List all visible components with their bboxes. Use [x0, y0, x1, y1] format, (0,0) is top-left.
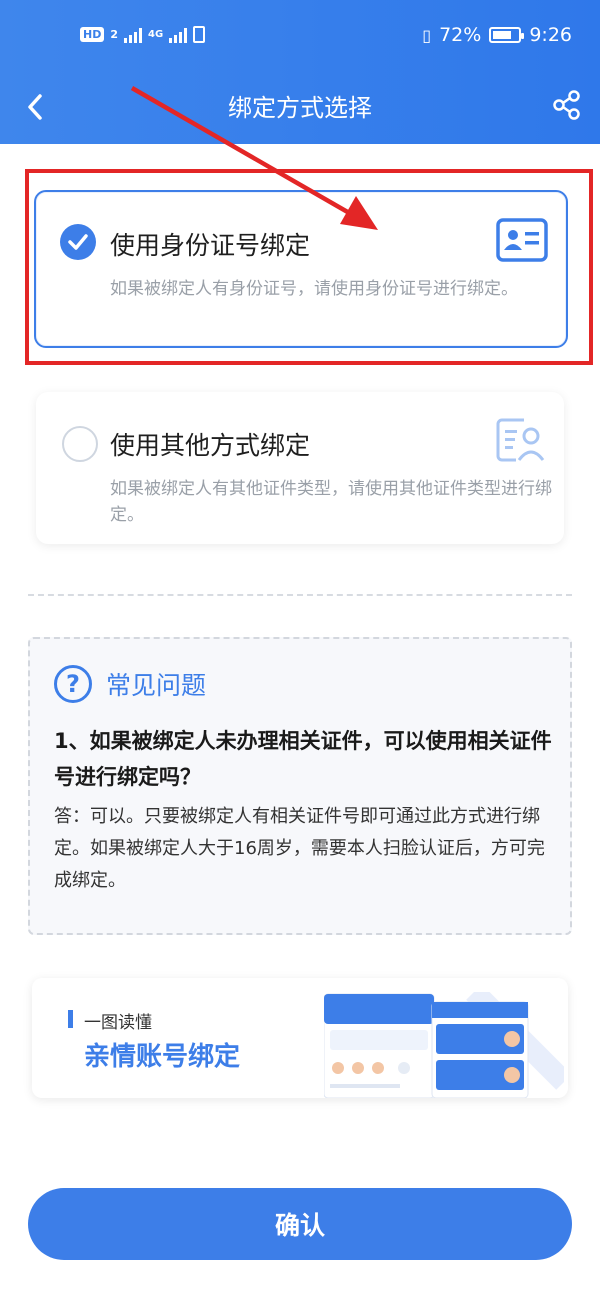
guide-banner[interactable]: 一图读懂 亲情账号绑定	[32, 978, 568, 1098]
clock: 9:26	[529, 24, 572, 46]
divider	[28, 594, 572, 596]
app-preview-image	[324, 992, 564, 1098]
share-icon	[553, 90, 580, 120]
faq-title: 常见问题	[106, 671, 207, 700]
status-bar: HD 2 4G ▯ 72% 9:26	[0, 0, 600, 76]
confirm-button[interactable]: 确认	[28, 1188, 572, 1260]
signal-icon-2	[169, 27, 188, 43]
faq-section: ? 常见问题 1、如果被绑定人未办理相关证件，可以使用相关证件号进行绑定吗？ 答…	[28, 637, 572, 935]
share-button[interactable]	[550, 88, 584, 122]
status-right: ▯ 72% 9:26	[422, 24, 572, 46]
faq-answer: 答：可以。只要被绑定人有相关证件号即可通过此方式进行绑定。如果被绑定人大于16周…	[54, 806, 545, 891]
option-description: 如果被绑定人有其他证件类型，请使用其他证件类型进行绑定。	[110, 479, 552, 525]
banner-subtitle: 一图读懂	[84, 1013, 152, 1033]
battery-percent: 72%	[439, 24, 482, 46]
vibrate-icon: ▯	[422, 25, 432, 45]
network-type: 4G	[148, 29, 164, 40]
banner-accent	[68, 1010, 73, 1028]
faq-header: ? 常见问题	[54, 665, 206, 703]
nav-bar: 绑定方式选择	[0, 76, 600, 144]
faq-question: 1、如果被绑定人未办理相关证件，可以使用相关证件号进行绑定吗？	[54, 729, 552, 789]
battery-icon	[489, 27, 525, 43]
banner-title: 亲情账号绑定	[84, 1042, 241, 1072]
highlight-box	[25, 169, 593, 365]
hd-badge: HD	[80, 27, 105, 42]
signal-icon	[124, 27, 142, 43]
radio-unchecked-icon	[62, 426, 98, 462]
question-icon: ?	[54, 665, 92, 703]
option-other[interactable]: 使用其他方式绑定 如果被绑定人有其他证件类型，请使用其他证件类型进行绑定。	[36, 392, 564, 544]
document-person-icon	[496, 418, 545, 462]
page-title: 绑定方式选择	[228, 94, 372, 122]
notification-icon	[193, 26, 206, 43]
status-left: HD 2 4G	[80, 26, 206, 43]
hd-sub: 2	[110, 28, 118, 41]
option-title: 使用其他方式绑定	[110, 431, 311, 460]
